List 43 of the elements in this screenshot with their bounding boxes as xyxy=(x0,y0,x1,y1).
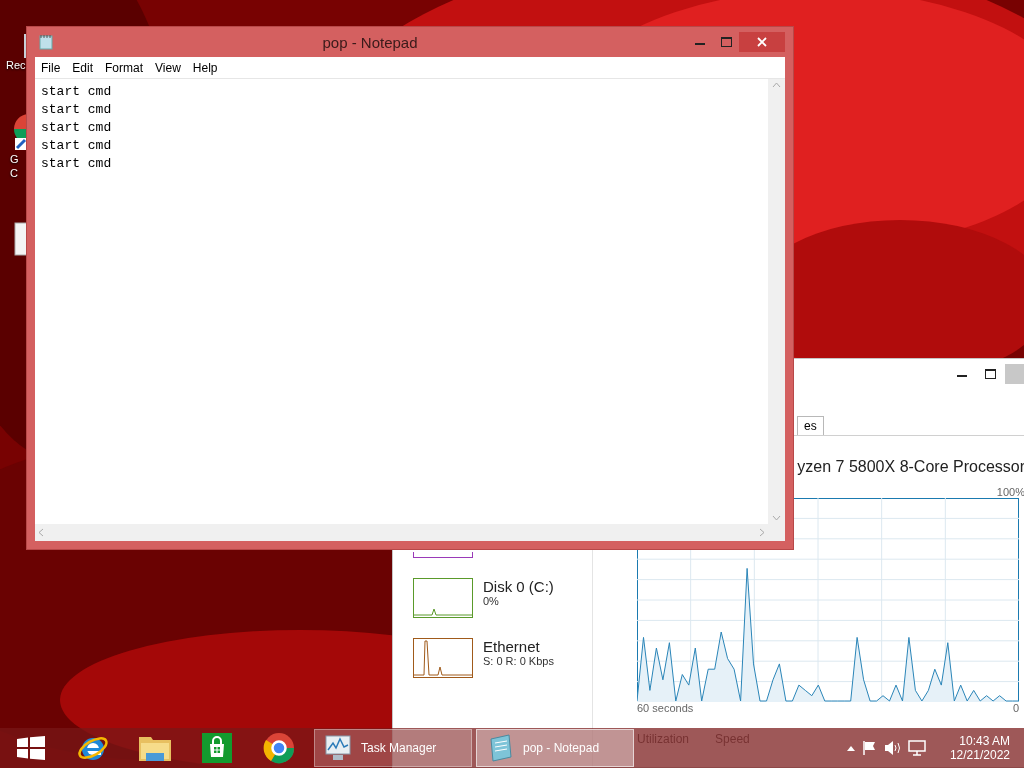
ethernet-activity-graph[interactable] xyxy=(413,638,473,678)
graph-time-label: 60 seconds xyxy=(637,702,694,714)
clock[interactable]: 10:43 AM 12/21/2022 xyxy=(949,734,1010,762)
menu-item[interactable]: Help xyxy=(186,60,224,75)
windows-start-icon[interactable] xyxy=(17,736,45,760)
graph-max-label: 100% xyxy=(996,486,1024,498)
network-icon[interactable] xyxy=(907,740,926,756)
speaker-icon[interactable] xyxy=(883,740,902,756)
desktop-icon-label[interactable]: C xyxy=(10,166,18,180)
disk-activity-graph[interactable] xyxy=(413,578,473,618)
maximize-icon xyxy=(720,37,732,47)
close-button[interactable] xyxy=(739,32,785,52)
menu-item[interactable]: Format xyxy=(99,60,150,75)
store-icon[interactable] xyxy=(202,733,232,763)
show-hidden-icons-icon[interactable] xyxy=(845,744,856,752)
chrome-icon[interactable] xyxy=(263,732,295,764)
maximize-icon xyxy=(984,369,996,379)
menu-item[interactable]: File xyxy=(35,60,67,75)
notepad-icon xyxy=(39,34,53,50)
taskbar-button[interactable]: Task Manager xyxy=(314,729,472,767)
processor-name: yzen 7 5800X 8-Core Processor xyxy=(797,458,1024,476)
close-icon xyxy=(757,37,767,47)
file-icon[interactable] xyxy=(14,222,28,256)
scroll-left-icon xyxy=(38,528,44,537)
window-title: pop - Notepad xyxy=(321,33,419,51)
scroll-down-icon xyxy=(772,515,781,521)
menu-item[interactable]: View xyxy=(149,60,187,75)
flag-icon[interactable] xyxy=(861,740,878,756)
horizontal-scrollbar[interactable] xyxy=(35,524,768,541)
graph-end-label: 0 xyxy=(1012,702,1019,714)
scroll-up-icon xyxy=(772,82,781,88)
resource-name: Ethernet xyxy=(483,638,541,655)
menu-item[interactable]: Edit xyxy=(66,60,100,75)
resource-detail: 0% xyxy=(483,595,500,607)
task-manager-icon xyxy=(323,733,353,763)
vertical-scrollbar[interactable] xyxy=(768,79,785,524)
cpu-activity-graph[interactable] xyxy=(413,552,473,558)
tab[interactable]: es xyxy=(797,416,824,435)
resource-name: Disk 0 (C:) xyxy=(483,578,554,595)
desktop-icon-label[interactable]: G xyxy=(10,152,19,166)
desktop-icon-label[interactable]: Rec xyxy=(6,58,26,72)
scroll-right-icon xyxy=(759,528,765,537)
resource-detail: S: 0 R: 0 Kbps xyxy=(483,655,554,667)
